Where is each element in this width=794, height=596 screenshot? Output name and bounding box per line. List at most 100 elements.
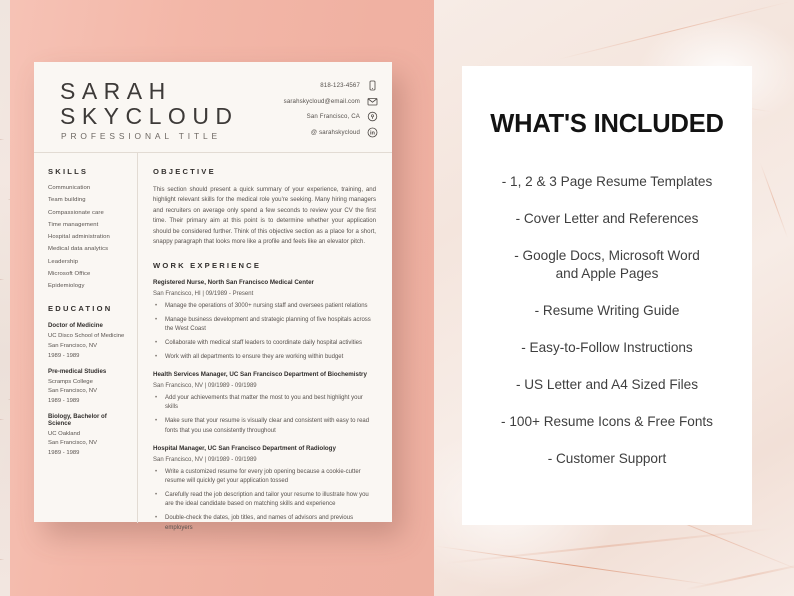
education-degree: Doctor of Medicine	[48, 322, 103, 330]
skill-item: Medical data analytics	[48, 246, 109, 253]
objective-heading: OBJECTIVE	[153, 167, 216, 176]
svg-text:in: in	[370, 130, 376, 136]
included-item: - 100+ Resume Icons & Free Fonts	[501, 414, 713, 429]
skill-item: Leadership	[48, 258, 79, 265]
education-dates: 1989 - 1989	[48, 397, 80, 404]
included-item: - Customer Support	[547, 451, 667, 466]
job-bullet: • Carefully read the job description and …	[153, 491, 376, 510]
education-dates: 1989 - 1989	[48, 352, 80, 359]
skills-list: Communication Team building Compassionat…	[48, 185, 125, 289]
education-school: UC Oakland	[48, 430, 81, 437]
contact-row-email: sarahskycloud@email.com	[198, 94, 378, 110]
job-entry: Hospital Manager, UC San Francisco Depar…	[153, 445, 376, 533]
skill-item: Epidemiology	[48, 283, 85, 290]
marble-vein	[444, 527, 774, 565]
contact-linkedin-text: @ sarahskycloud	[310, 128, 360, 136]
job-bullet: • Collaborate with medical staff leaders …	[153, 339, 376, 348]
job-meta: San Francisco, NV | 09/1989 - 09/1989	[153, 382, 257, 389]
work-experience-heading: WORK EXPERIENCE	[153, 261, 262, 271]
included-panel: WHAT'S INCLUDED - 1, 2 & 3 Page Resume T…	[462, 66, 752, 525]
resume-header: SARAH SKYCLOUD PROFESSIONAL TITLE 818-12…	[34, 62, 392, 153]
linkedin-icon: in	[367, 127, 378, 138]
included-list: - 1, 2 & 3 Page Resume Templates - Cover…	[462, 173, 752, 468]
contact-row-linkedin: @ sarahskycloud in	[198, 125, 378, 141]
job-bullet: • Manage business development and strateg…	[153, 316, 376, 335]
bullet-text: Collaborate with medical staff leaders t…	[165, 340, 362, 347]
bullet-text: Manage business development and strategi…	[165, 316, 371, 333]
contact-email-text: sarahskycloud@email.com	[283, 97, 360, 105]
marble-vein	[759, 162, 789, 239]
education-degree: Pre-medical Studies	[48, 367, 107, 375]
bullet-text: Work with all departments to ensure they…	[165, 354, 344, 361]
job-bullet: • Make sure that your resume is visually …	[153, 417, 376, 436]
bullet-icon: •	[154, 340, 158, 347]
job-title: Hospital Manager, UC San Francisco Depar…	[153, 445, 336, 453]
bullet-icon: •	[154, 468, 158, 475]
education-entry: Pre-medical Studies Scramps College San …	[48, 368, 125, 404]
bullet-icon: •	[154, 316, 158, 323]
bullet-icon: •	[154, 394, 158, 401]
included-item: - Google Docs, Microsoft Word and Apple …	[514, 248, 700, 281]
bullet-icon: •	[154, 354, 158, 361]
job-entry: Health Services Manager, UC San Francisc…	[153, 371, 376, 436]
education-entry: Doctor of Medicine UC Disco School of Me…	[48, 322, 125, 358]
bullet-text: Carefully read the job description and t…	[165, 491, 369, 508]
resume-columns: SKILLS Communication Team building Compa…	[34, 153, 392, 531]
objective-body: This section should present a quick summ…	[153, 186, 376, 246]
skill-item: Time management	[48, 221, 99, 228]
education-location: San Francisco, NV	[48, 440, 98, 447]
education-entry: Biology, Bachelor of Science UC Oakland …	[48, 413, 125, 456]
education-dates: 1989 - 1989	[48, 449, 80, 456]
promo-image: SARAH SKYCLOUD PROFESSIONAL TITLE 818-12…	[0, 0, 794, 596]
included-item: - Resume Writing Guide	[534, 303, 680, 318]
skill-item: Microsoft Office	[48, 271, 91, 278]
left-marble-strip	[0, 0, 10, 596]
job-bullet: • Work with all departments to ensure the…	[153, 353, 376, 362]
education-location: San Francisco, NV	[48, 342, 98, 349]
skill-item: Compassionate care	[48, 209, 104, 216]
email-icon	[367, 96, 378, 107]
contact-location-text: San Francisco, CA	[306, 113, 360, 121]
resume-main: OBJECTIVE This section should present a …	[138, 153, 392, 531]
skill-item: Communication	[48, 185, 91, 191]
bullet-text: Write a customized resume for every job …	[165, 468, 361, 484]
education-degree: Biology, Bachelor of Science	[48, 412, 107, 427]
contact-row-phone: 818-123-4567	[198, 78, 378, 94]
job-bullet: • Double-check the dates, job titles, and…	[153, 514, 376, 533]
job-meta: San Francisco, HI | 09/1989 - Present	[153, 290, 254, 297]
resume-sidebar: SKILLS Communication Team building Compa…	[34, 153, 138, 523]
included-item: - US Letter and A4 Sized Files	[515, 377, 699, 392]
job-bullet: • Add your achievements that matter the m…	[153, 394, 376, 413]
skills-heading: SKILLS	[48, 167, 89, 176]
skill-item: Team building	[48, 197, 86, 204]
location-pin-icon	[367, 111, 378, 122]
contact-row-location: San Francisco, CA	[198, 109, 378, 125]
marble-vein	[685, 561, 794, 591]
contact-phone-text: 818-123-4567	[320, 82, 360, 90]
job-bullet: • Manage the operations of 3000+ nursing …	[153, 302, 376, 311]
job-entry: Registered Nurse, North San Francisco Me…	[153, 279, 376, 362]
bullet-icon: •	[154, 302, 158, 309]
education-location: San Francisco, NV	[48, 388, 98, 395]
bullet-text: Add your achievements that matter the mo…	[165, 394, 363, 411]
included-title: WHAT'S INCLUDED	[490, 110, 724, 138]
education-school: Scramps College	[48, 378, 93, 385]
marble-vein	[557, 0, 791, 61]
phone-icon	[367, 80, 378, 91]
resume-card: SARAH SKYCLOUD PROFESSIONAL TITLE 818-12…	[34, 62, 392, 531]
bullet-text: Double-check the dates, job titles, and …	[165, 515, 354, 531]
bullet-text: Make sure that your resume is visually c…	[165, 418, 370, 434]
included-item: - 1, 2 & 3 Page Resume Templates	[501, 174, 713, 189]
skill-item: Hospital administration	[48, 234, 110, 241]
included-item: - Cover Letter and References	[515, 211, 699, 226]
marble-vein	[435, 545, 713, 586]
bullet-icon: •	[154, 491, 158, 498]
education-heading: EDUCATION	[48, 304, 113, 314]
bullet-icon: •	[154, 515, 158, 522]
job-bullet: • Write a customized resume for every job…	[153, 468, 376, 487]
job-title: Health Services Manager, UC San Francisc…	[153, 371, 367, 379]
bullet-text: Manage the operations of 3000+ nursing s…	[165, 302, 368, 309]
job-meta: San Francisco, NV | 09/1989 - 09/1989	[153, 456, 257, 463]
education-school: UC Disco School of Medicine	[48, 333, 125, 340]
contact-list: 818-123-4567 sarahskycloud@email.com San…	[198, 78, 378, 140]
